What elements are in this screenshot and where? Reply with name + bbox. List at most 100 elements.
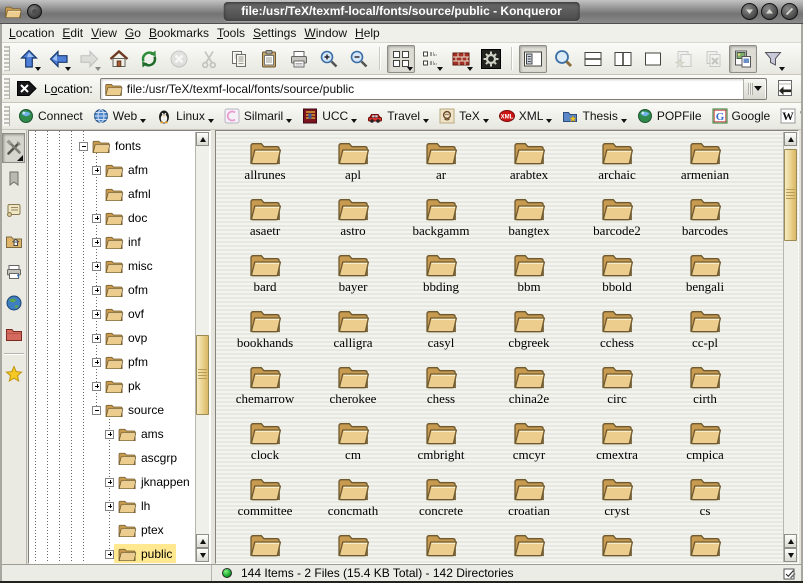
sidebar-tab-network[interactable] <box>2 288 25 318</box>
expand-icon[interactable] <box>92 358 101 367</box>
collapse-icon[interactable] <box>79 142 88 151</box>
menu-settings[interactable]: Settings <box>253 25 304 41</box>
maximize-button[interactable] <box>761 3 778 20</box>
bookmark-thesis[interactable]: Thesis <box>558 106 630 126</box>
tree-item-lh[interactable]: lh <box>105 494 154 518</box>
sidebar-tab-star[interactable] <box>2 359 25 389</box>
menu-location[interactable]: Location <box>9 25 62 41</box>
folder-item-concmath[interactable]: concmath <box>309 469 397 525</box>
up-button[interactable] <box>15 45 43 73</box>
scroll-down-button[interactable] <box>784 548 797 562</box>
tree-item-source[interactable]: source <box>92 398 168 422</box>
back-button[interactable] <box>45 45 73 73</box>
minimize-button[interactable] <box>741 3 758 20</box>
location-input[interactable]: file:/usr/TeX/texmf-local/fonts/source/p… <box>100 78 767 100</box>
bookmark-travel[interactable]: Travel <box>363 106 433 126</box>
folder-item-cmcyr[interactable]: cmcyr <box>485 413 573 469</box>
tree-item-ams[interactable]: ams <box>105 422 168 446</box>
folder-item-concrete[interactable]: concrete <box>397 469 485 525</box>
location-dropdown-button[interactable] <box>743 79 765 99</box>
sidebar-tab-home-folder[interactable] <box>2 226 25 256</box>
toolbar-grip[interactable] <box>3 106 10 126</box>
bookmark-xml[interactable]: XMLXML <box>495 106 557 126</box>
folder-item-cmextra[interactable]: cmextra <box>573 413 661 469</box>
scroll-down-button[interactable] <box>196 548 209 562</box>
expand-icon[interactable] <box>92 166 101 175</box>
folder-item-bbding[interactable]: bbding <box>397 245 485 301</box>
stop-button[interactable] <box>165 45 193 73</box>
folder-item-cherokee[interactable]: cherokee <box>309 357 397 413</box>
bookmark-web[interactable]: Web <box>89 106 150 126</box>
folder-item-archaic[interactable]: archaic <box>573 133 661 189</box>
tree-item-inf[interactable]: inf <box>92 230 145 254</box>
folder-item-cbgreek[interactable]: cbgreek <box>485 301 573 357</box>
view-scrollbar[interactable] <box>783 132 797 562</box>
close-view-button[interactable] <box>639 45 667 73</box>
folder-item[interactable] <box>397 525 485 561</box>
bookmark-google[interactable]: GGoogle <box>708 106 775 126</box>
folder-item-committee[interactable]: committee <box>221 469 309 525</box>
icon-view-button[interactable] <box>387 45 415 73</box>
menu-help[interactable]: Help <box>355 25 388 41</box>
sticky-button[interactable] <box>27 4 42 19</box>
sidebar-tab-services[interactable] <box>2 257 25 287</box>
expand-icon[interactable] <box>92 286 101 295</box>
toolbar-grip[interactable] <box>3 46 10 71</box>
bookmark-linux[interactable]: Linux <box>152 106 218 126</box>
tree-scrollbar[interactable] <box>195 132 209 562</box>
folder-item-cm[interactable]: cm <box>309 413 397 469</box>
paste-button[interactable] <box>255 45 283 73</box>
bookmark-connect[interactable]: Connect <box>14 106 87 126</box>
expand-icon[interactable] <box>105 502 114 511</box>
tree-item-ofm[interactable]: ofm <box>92 278 152 302</box>
folder-item-cs[interactable]: cs <box>661 469 749 525</box>
folder-item-astro[interactable]: astro <box>309 189 397 245</box>
tree-item-afml[interactable]: afml <box>92 182 155 206</box>
menu-view[interactable]: View <box>91 25 125 41</box>
collapse-icon[interactable] <box>92 406 101 415</box>
zoom-in-button[interactable] <box>315 45 343 73</box>
tree-item-jknappen[interactable]: jknappen <box>105 470 194 494</box>
tree-item-misc[interactable]: misc <box>92 254 157 278</box>
folder-item-bookhands[interactable]: bookhands <box>221 301 309 357</box>
scroll-up-button[interactable] <box>784 132 797 146</box>
clear-location-button[interactable] <box>14 78 38 100</box>
folder-item-bayer[interactable]: bayer <box>309 245 397 301</box>
cut-button[interactable] <box>195 45 223 73</box>
folder-item-calligra[interactable]: calligra <box>309 301 397 357</box>
folder-item-allrunes[interactable]: allrunes <box>221 133 309 189</box>
go-button[interactable] <box>771 77 797 101</box>
expand-icon[interactable] <box>92 310 101 319</box>
scrollbar-thumb[interactable] <box>784 149 797 241</box>
split-vertical-button[interactable] <box>609 45 637 73</box>
expand-icon[interactable] <box>92 382 101 391</box>
tree-item-ptex[interactable]: ptex <box>105 518 168 542</box>
folder-item-arabtex[interactable]: arabtex <box>485 133 573 189</box>
tree-item-doc[interactable]: doc <box>92 206 151 230</box>
tree-item-ascgrp[interactable]: ascgrp <box>105 446 181 470</box>
menu-edit[interactable]: Edit <box>62 25 91 41</box>
folder-item[interactable] <box>573 525 661 561</box>
folder-item-cryst[interactable]: cryst <box>573 469 661 525</box>
folder-item[interactable] <box>485 525 573 561</box>
html-view-button[interactable] <box>447 45 475 73</box>
close-button[interactable] <box>781 3 798 20</box>
reload-button[interactable] <box>135 45 163 73</box>
list-view-button[interactable] <box>417 45 445 73</box>
folder-item-cmpica[interactable]: cmpica <box>661 413 749 469</box>
tree-item-pfm[interactable]: pfm <box>92 350 152 374</box>
split-horizontal-button[interactable] <box>579 45 607 73</box>
toolbar-grip[interactable] <box>3 78 10 99</box>
folder-item-clock[interactable]: clock <box>221 413 309 469</box>
show-sidebar-button[interactable] <box>519 45 547 73</box>
bookmark-tex[interactable]: TeX <box>435 106 493 126</box>
tree-item-fonts[interactable]: fonts <box>79 134 145 158</box>
folder-item-cirth[interactable]: cirth <box>661 357 749 413</box>
folder-item-circ[interactable]: circ <box>573 357 661 413</box>
scrollbar-thumb[interactable] <box>196 335 209 415</box>
zoom-out-button[interactable] <box>345 45 373 73</box>
expand-icon[interactable] <box>92 238 101 247</box>
folder-item-armenian[interactable]: armenian <box>661 133 749 189</box>
tree-item-public[interactable]: public <box>105 542 176 564</box>
find-button[interactable] <box>549 45 577 73</box>
